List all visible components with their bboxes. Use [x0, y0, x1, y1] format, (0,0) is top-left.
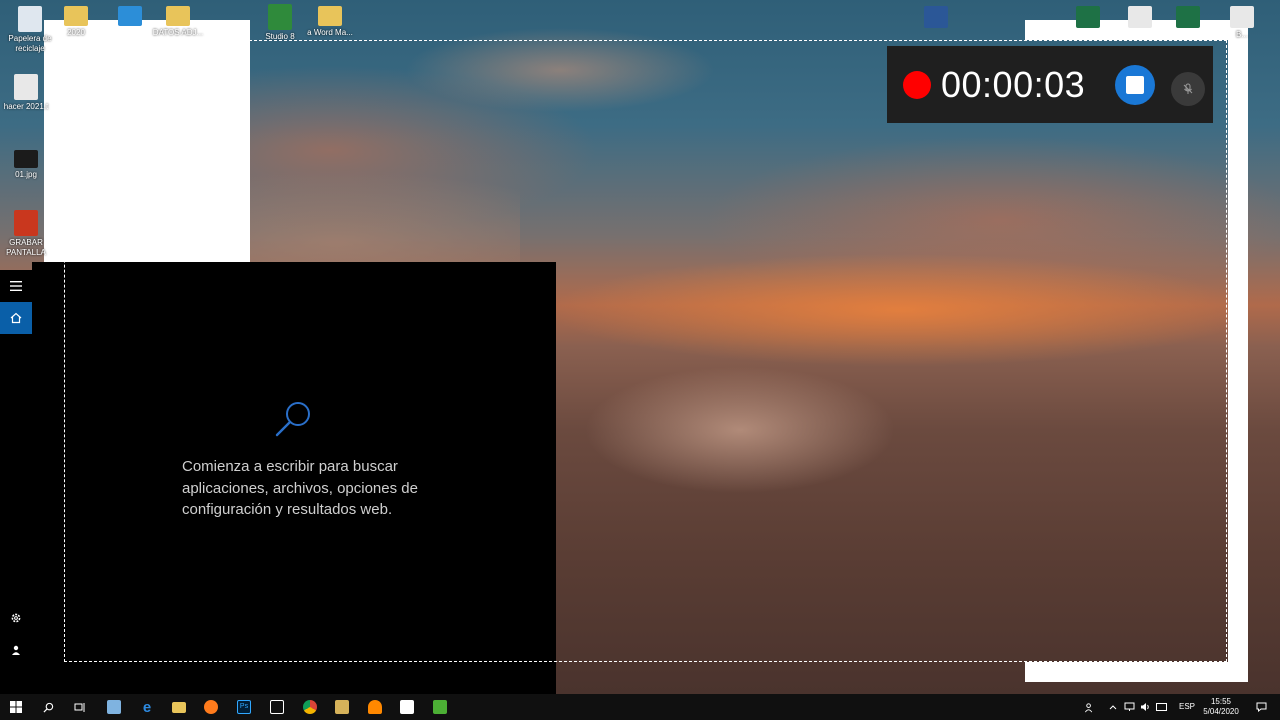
vlc-icon[interactable]	[365, 697, 385, 717]
desktop-icon-label: 01.jpg	[15, 170, 37, 179]
file-explorer-icon[interactable]	[169, 697, 189, 717]
recording-toolbar: 00:00:03	[887, 46, 1213, 123]
text-document-icon	[1128, 6, 1152, 28]
input-language-indicator[interactable]: ESP	[1179, 702, 1195, 712]
microphone-toggle-button[interactable]	[1171, 72, 1205, 106]
desktop-icon-label: hacer 2021.t	[3, 102, 49, 111]
video-file-icon	[14, 210, 38, 236]
taskbar: e Ps ESP 15:55 5/04/2020	[0, 694, 1280, 720]
photoshop-icon[interactable]: Ps	[234, 697, 254, 717]
folder-icon	[166, 6, 190, 26]
background-window-right-side	[1228, 20, 1248, 682]
recording-timer: 00:00:03	[941, 64, 1086, 105]
desktop-icon-label: 2020	[67, 28, 85, 37]
recycle-bin-icon	[18, 6, 42, 32]
edge-icon[interactable]: e	[137, 697, 157, 717]
media-player-icon[interactable]	[332, 697, 352, 717]
excel-document-icon	[1076, 6, 1100, 28]
word-document-icon	[924, 6, 948, 28]
desktop-icon-datos-adj[interactable]: DATOS ADJ...	[148, 6, 208, 38]
camtasia-icon[interactable]	[397, 697, 417, 717]
desktop-icon-label: a Word Ma...	[307, 28, 353, 37]
desktop-icon-file-b[interactable]: B...	[1212, 6, 1272, 40]
image-file-icon	[14, 150, 38, 168]
camtasia-icon	[268, 4, 292, 30]
capture-region-frame[interactable]	[64, 40, 1227, 662]
clock-time: 15:55	[1210, 697, 1232, 706]
desktop-icon-word-ma[interactable]: a Word Ma...	[300, 6, 360, 38]
desktop-icon-excel-doc-2[interactable]	[1158, 6, 1218, 30]
desktop-icon-2020[interactable]: 2020	[46, 6, 106, 38]
keyboard-icon[interactable]	[1151, 697, 1171, 717]
computer-icon	[118, 6, 142, 26]
app-pin-icon[interactable]	[104, 697, 124, 717]
desktop-icon-excel-doc-1[interactable]	[1058, 6, 1118, 30]
desktop-icon-hacer-2021[interactable]: hacer 2021.t	[0, 74, 56, 112]
desktop-icon-grabar-pantalla[interactable]: GRABAR PANTALLA	[0, 210, 56, 258]
chrome-icon[interactable]	[300, 697, 320, 717]
desktop-icon-label: DATOS ADJ...	[152, 28, 204, 37]
stop-recording-button[interactable]	[1115, 65, 1155, 105]
folder-icon	[64, 6, 88, 26]
people-icon[interactable]	[1079, 697, 1099, 717]
file-icon	[1230, 6, 1254, 28]
folder-icon	[318, 6, 342, 26]
desktop-icon-word-doc[interactable]	[906, 6, 966, 30]
home-icon[interactable]	[0, 302, 32, 334]
firefox-icon[interactable]	[201, 697, 221, 717]
microphone-muted-icon	[1183, 83, 1193, 94]
desktop-icon-label: GRABAR PANTALLA	[6, 238, 46, 257]
start-menu-rail	[0, 270, 32, 694]
camtasia-recorder-icon[interactable]	[430, 697, 450, 717]
search-icon[interactable]	[38, 697, 58, 717]
desktop-icon-01-jpg[interactable]: 01.jpg	[0, 150, 56, 180]
screen-app-icon[interactable]	[267, 697, 287, 717]
hamburger-menu-icon[interactable]	[0, 270, 32, 302]
stop-icon	[1126, 76, 1144, 94]
task-view-icon[interactable]	[70, 697, 90, 717]
document-icon	[14, 74, 38, 100]
clock-date: 5/04/2020	[1203, 707, 1239, 716]
notification-center-icon[interactable]	[1251, 697, 1271, 717]
user-icon[interactable]	[0, 634, 32, 666]
background-window-bottom	[1025, 662, 1248, 682]
desktop-icon-label: B...	[1235, 30, 1248, 39]
windows-start-icon[interactable]	[6, 697, 26, 717]
taskbar-clock[interactable]: 15:55 5/04/2020	[1198, 697, 1244, 717]
gear-icon[interactable]	[0, 602, 32, 634]
recording-indicator-icon	[903, 71, 931, 99]
excel-document-icon	[1176, 6, 1200, 28]
